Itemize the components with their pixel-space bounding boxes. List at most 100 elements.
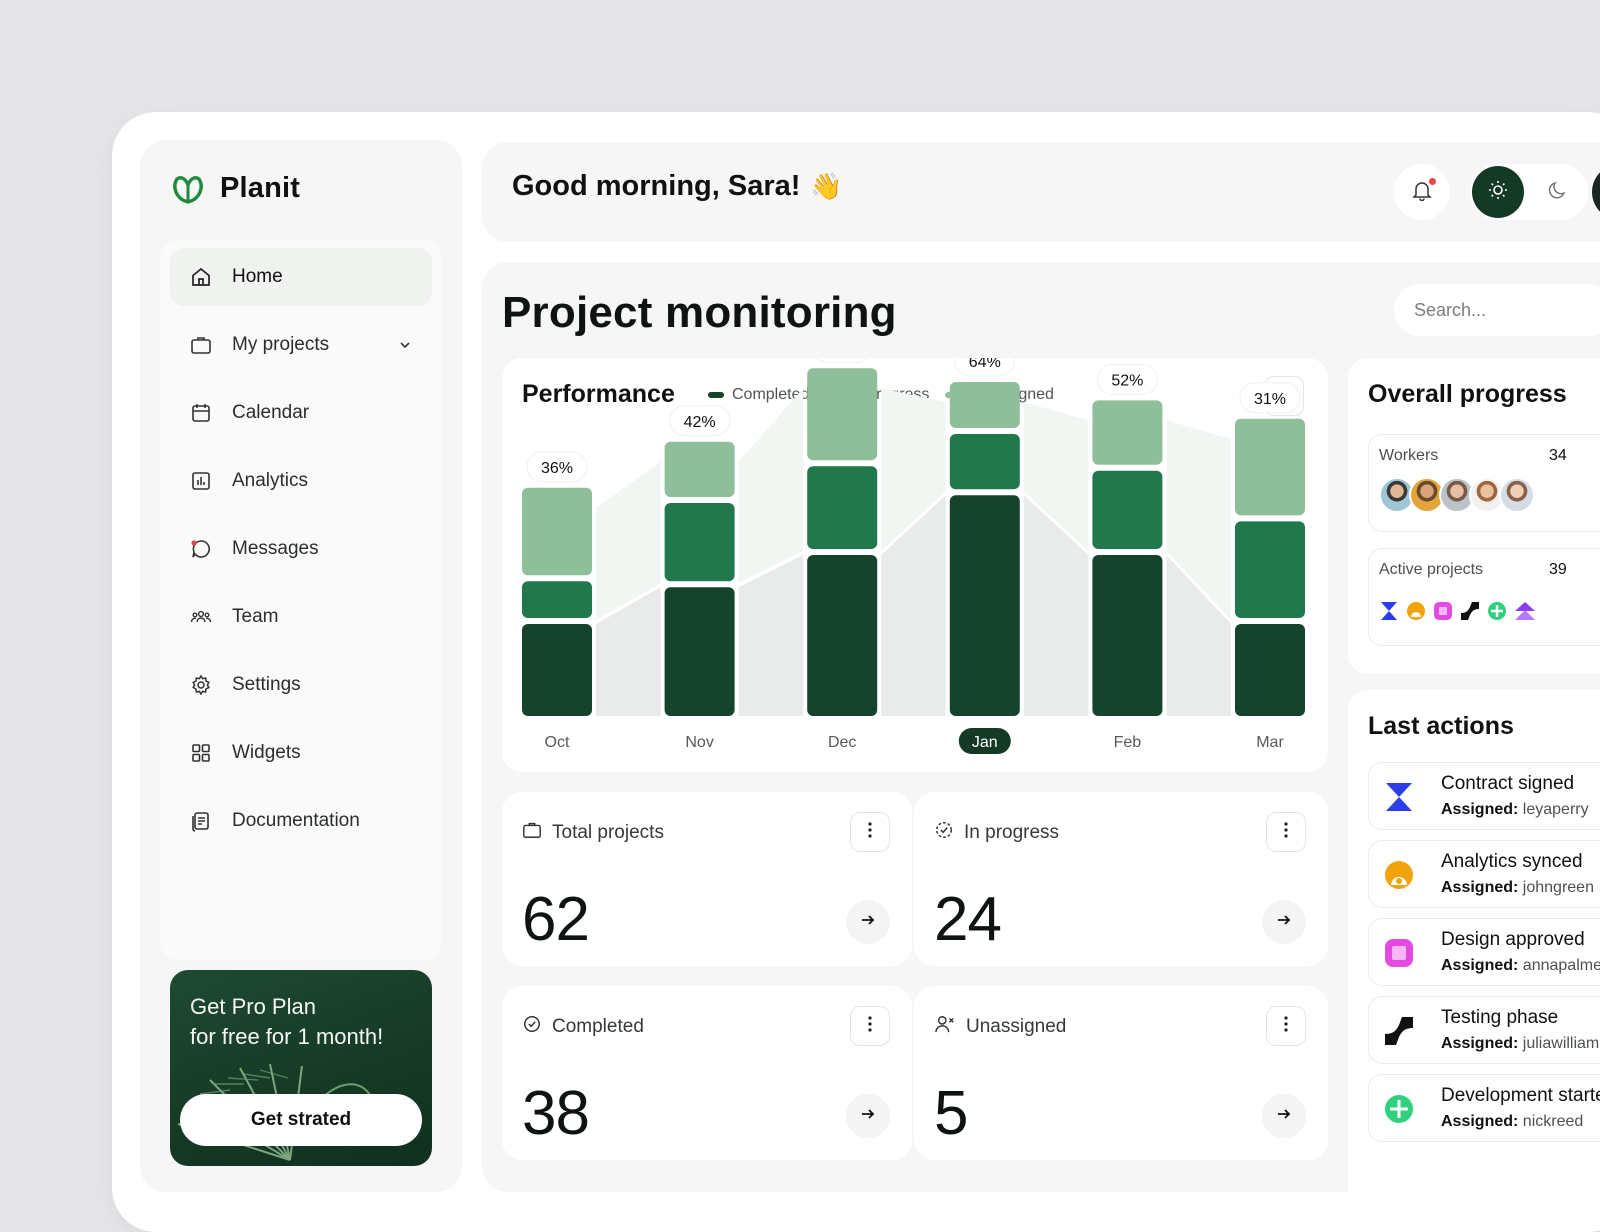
bar-segment-in-progress — [807, 466, 878, 549]
arrow-logo-icon — [1515, 602, 1535, 620]
home-icon — [190, 266, 212, 288]
briefcase-icon — [190, 334, 212, 356]
chevron-down-icon[interactable] — [398, 336, 412, 358]
bar-segment-in-progress — [664, 503, 735, 582]
percent-label: 42% — [684, 414, 716, 431]
sidebar-item-settings[interactable]: Settings — [170, 656, 432, 714]
grid-logo-icon — [1434, 602, 1452, 620]
connector-band — [738, 388, 804, 584]
action-title: Testing phase — [1441, 1007, 1559, 1028]
x-axis-label: Feb — [1114, 734, 1142, 751]
sidebar-item-label: Settings — [232, 674, 301, 695]
sun-icon — [1487, 179, 1509, 206]
briefcase-icon — [522, 820, 542, 846]
action-title: Design approved — [1441, 929, 1585, 950]
bar-segment-unassigned — [949, 382, 1020, 428]
x-axis-label: Dec — [828, 734, 856, 751]
bar-segment-unassigned — [807, 368, 878, 461]
more-options-button[interactable] — [850, 812, 890, 852]
main-content: Project monitoring Search... Performance… — [482, 262, 1600, 1192]
action-assignee: Assigned: johngreen — [1441, 879, 1594, 897]
stat-card-unassigned: Unassigned 5 — [914, 986, 1328, 1160]
percent-label: 31% — [1254, 391, 1286, 408]
kebab-icon — [868, 1015, 872, 1037]
arrow-right-icon — [860, 1106, 876, 1127]
action-item[interactable]: Design approved Assigned: annapalmer — [1368, 918, 1600, 986]
avatar — [1499, 477, 1535, 513]
assignee-name: annapalmer — [1522, 957, 1600, 974]
action-assignee: Assigned: annapalmer — [1441, 957, 1600, 975]
active-projects-box[interactable]: Active projects 39 — [1368, 548, 1600, 646]
x-axis-label: Mar — [1256, 734, 1284, 751]
brand[interactable]: Planit — [170, 172, 300, 205]
sidebar-item-messages[interactable]: Messages — [170, 520, 432, 578]
bar-segment-completed — [1092, 555, 1163, 716]
widgets-icon — [190, 742, 212, 764]
open-stat-button[interactable] — [846, 1094, 890, 1138]
last-actions-card: Last actions Contract signed Assigned: l… — [1348, 690, 1600, 1192]
sidebar-item-my-projects[interactable]: My projects — [170, 316, 432, 374]
more-options-button[interactable] — [1266, 1006, 1306, 1046]
theme-toggle[interactable] — [1470, 164, 1588, 220]
action-item[interactable]: Development started Assigned: nickreed — [1368, 1074, 1600, 1142]
sidebar-item-label: Documentation — [232, 810, 360, 831]
sidebar-item-label: Messages — [232, 538, 319, 559]
x-axis-label: Jan — [972, 734, 998, 751]
stat-label: Unassigned — [966, 1016, 1067, 1037]
step-logo-icon — [1461, 602, 1479, 620]
assigned-label: Assigned: — [1441, 1035, 1519, 1052]
bar-segment-unassigned — [522, 487, 592, 576]
sidebar-item-team[interactable]: Team — [170, 588, 432, 646]
sidebar-item-documentation[interactable]: Documentation — [170, 792, 432, 850]
connector-band — [738, 555, 804, 716]
greeting: Good morning, Sara! 👋 — [512, 170, 843, 203]
notifications-button[interactable] — [1394, 164, 1450, 220]
kebab-icon — [868, 821, 872, 843]
kebab-icon — [1284, 1015, 1288, 1037]
get-started-button[interactable]: Get strated — [180, 1094, 422, 1146]
last-actions-title: Last actions — [1368, 712, 1514, 740]
main-navigation: Home My projects Calendar Analytics Mess… — [160, 240, 442, 960]
percent-label: 36% — [541, 460, 573, 477]
leaf-logo-icon — [170, 173, 206, 205]
stat-label: Completed — [552, 1016, 644, 1037]
bar-segment-completed — [949, 495, 1020, 716]
star-logo-icon — [1385, 1095, 1413, 1123]
stat-value: 62 — [522, 885, 590, 954]
open-stat-button[interactable] — [846, 900, 890, 944]
stat-label: In progress — [964, 822, 1060, 843]
greeting-text: Good morning, Sara! — [512, 170, 801, 202]
action-item[interactable]: Testing phase Assigned: juliawilliams — [1368, 996, 1600, 1064]
stat-label-row: In progress — [934, 820, 1059, 846]
stat-label-row: Completed — [522, 1014, 644, 1040]
bar-segment-completed — [1235, 624, 1305, 716]
search-input[interactable]: Search... — [1394, 284, 1600, 336]
action-item[interactable]: Analytics synced Assigned: johngreen — [1368, 840, 1600, 908]
dark-mode-button[interactable] — [1532, 166, 1584, 218]
sidebar-item-widgets[interactable]: Widgets — [170, 724, 432, 782]
open-stat-button[interactable] — [1262, 1094, 1306, 1138]
progress-check-icon — [934, 820, 954, 846]
sidebar-item-calendar[interactable]: Calendar — [170, 384, 432, 442]
action-item[interactable]: Contract signed Assigned: leyaperry — [1368, 762, 1600, 830]
percent-bubble — [816, 358, 869, 363]
assigned-label: Assigned: — [1441, 879, 1519, 896]
more-options-button[interactable] — [1266, 812, 1306, 852]
sidebar-item-analytics[interactable]: Analytics — [170, 452, 432, 510]
action-title: Analytics synced — [1441, 851, 1583, 872]
open-stat-button[interactable] — [1262, 900, 1306, 944]
bar-segment-completed — [807, 555, 878, 716]
x-axis-label: Oct — [545, 734, 570, 751]
overall-progress-card: Overall progress Workers 34 Active proje… — [1348, 358, 1600, 674]
assignee-name: nickreed — [1522, 1113, 1584, 1130]
page-title: Project monitoring — [502, 288, 897, 337]
stat-card-total-projects: Total projects 62 — [502, 792, 912, 966]
workers-box[interactable]: Workers 34 — [1368, 434, 1600, 532]
more-options-button[interactable] — [850, 1006, 890, 1046]
gear-icon — [190, 674, 212, 696]
light-mode-button[interactable] — [1472, 166, 1524, 218]
user-avatar[interactable] — [1592, 164, 1600, 220]
sidebar-item-home[interactable]: Home — [170, 248, 432, 306]
assigned-label: Assigned: — [1441, 1113, 1519, 1130]
bar-segment-in-progress — [949, 434, 1020, 490]
